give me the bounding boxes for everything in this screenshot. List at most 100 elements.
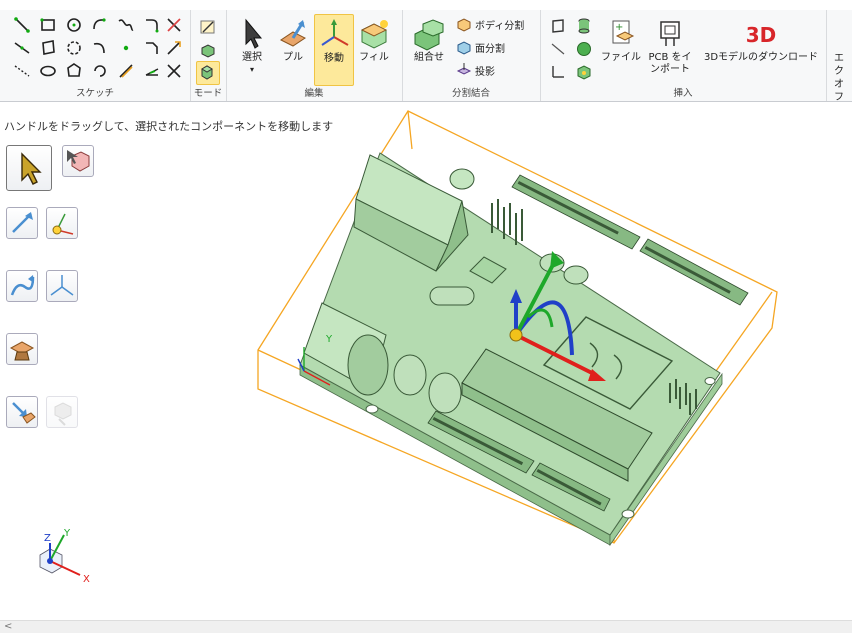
trim-tool-icon[interactable]: [164, 15, 184, 35]
plane-icon[interactable]: [548, 16, 568, 36]
pcb-import-button[interactable]: PCB をイ ンポート: [644, 14, 696, 84]
path-arrow-icon: [10, 275, 35, 296]
rectangle-tool-icon[interactable]: [38, 15, 58, 35]
tangent-arc-icon[interactable]: [90, 38, 110, 58]
move-label: 移動: [324, 53, 344, 64]
insert-group-label: 挿入: [673, 88, 693, 99]
reset-button[interactable]: [449, 168, 475, 190]
move-along-direction-button[interactable]: [6, 207, 38, 239]
sphere-icon[interactable]: [574, 39, 594, 59]
fill-label: フィル: [359, 52, 389, 63]
ribbon: スケッチ モード 選択 ▾ プル 移動 フィル 編集 組合せ ボディ分割 面分割…: [0, 10, 852, 104]
anchor-icon: [52, 213, 74, 235]
extend-tool-icon[interactable]: [164, 38, 184, 58]
split-group-label: 分割結合: [451, 88, 490, 99]
three-point-circle-icon[interactable]: [64, 38, 84, 58]
detach-icon: [54, 402, 72, 426]
shell-icon[interactable]: [574, 62, 594, 82]
face-split-button[interactable]: 面分割: [456, 37, 505, 57]
insert-file-icon: +: [603, 16, 639, 52]
ruler-dimension-button[interactable]: [6, 333, 38, 365]
3d-mode-icon[interactable]: [196, 61, 220, 85]
origin-icon[interactable]: [548, 62, 568, 82]
fillet-tool-icon[interactable]: [142, 15, 162, 35]
cutoff-label-line2: オフ: [834, 79, 844, 103]
insert-file-button[interactable]: + ファイル: [600, 14, 642, 84]
pcb-import-label-line2: ンポート: [650, 64, 690, 75]
direction-arrow-icon: [12, 212, 33, 233]
ribbon-group-mode: モード: [190, 10, 227, 101]
triad-x-label: X: [83, 574, 90, 585]
polygon-tool-icon[interactable]: [64, 61, 84, 81]
project-curve-icon[interactable]: [142, 61, 162, 81]
move-to-icon: [12, 402, 36, 424]
body-split-button[interactable]: ボディ分割: [456, 14, 524, 34]
cutoff-button[interactable]: エク オフ: [834, 52, 852, 104]
select-arrow-icon: [234, 16, 270, 52]
ribbon-group-split: 組合せ ボディ分割 面分割 投影 分割結合: [402, 10, 541, 101]
mode-group-label: モード: [193, 88, 223, 99]
cylinder-icon[interactable]: [574, 16, 594, 36]
point-tool-icon[interactable]: [116, 38, 136, 58]
ribbon-group-sketch: スケッチ: [0, 10, 191, 101]
move-button[interactable]: 移動: [314, 14, 354, 86]
pcb-import-icon: [652, 16, 688, 52]
select-tool-button[interactable]: [6, 145, 52, 191]
select-dropdown-icon[interactable]: ▾: [232, 64, 272, 76]
combine-label: 組合せ: [414, 52, 444, 63]
chamfer-tool-icon[interactable]: [142, 38, 162, 58]
download-3d-model-button[interactable]: 3D 3Dモデルのダウンロード: [702, 14, 820, 84]
body-split-icon: [457, 18, 471, 32]
three-point-rectangle-icon[interactable]: [38, 38, 58, 58]
ribbon-group-insert: + ファイル PCB をイ ンポート 3D 3Dモデルのダウンロード 挿入: [540, 10, 827, 101]
select-button[interactable]: 選択 ▾: [232, 14, 272, 84]
anchor-move-button[interactable]: [46, 207, 78, 239]
sketch-group-label: スケッチ: [75, 88, 114, 99]
orient-axes-button[interactable]: [46, 270, 78, 302]
move-to-button[interactable]: [6, 396, 38, 428]
fill-button[interactable]: フィル: [354, 14, 394, 84]
project-icon: [456, 63, 472, 75]
3d-badge-text: 3D: [746, 23, 777, 47]
offset-tool-icon[interactable]: [116, 61, 136, 81]
select-label: 選択: [242, 52, 262, 63]
select-component-button[interactable]: [62, 145, 94, 177]
triad-z-label: Z: [44, 533, 51, 544]
move-along-path-button[interactable]: [6, 270, 38, 302]
select-component-icon: [67, 150, 90, 172]
orientation-triad[interactable]: Z Y X: [39, 528, 90, 585]
pull-button[interactable]: プル: [274, 14, 312, 84]
scroll-left-arrow[interactable]: <: [4, 621, 12, 632]
mount-hole: [704, 377, 716, 385]
component-axis-y-label: Y: [325, 334, 333, 345]
select-arrow-icon: [21, 152, 42, 185]
construction-line-icon[interactable]: [12, 61, 32, 81]
face-split-label: 面分割: [475, 43, 505, 55]
section-mode-icon[interactable]: [198, 40, 218, 60]
split-curve-icon[interactable]: [164, 61, 184, 81]
move-handle-origin[interactable]: [509, 328, 523, 342]
axis-icon[interactable]: [548, 39, 568, 59]
line-tool-icon[interactable]: [12, 15, 32, 35]
arc-tool-icon[interactable]: [90, 15, 110, 35]
3d-viewport[interactable]: Y Z Y X: [0, 103, 852, 620]
triad-y-label: Y: [63, 528, 71, 539]
pull-icon: [275, 16, 311, 52]
project-button[interactable]: 投影: [456, 60, 495, 80]
combine-button[interactable]: 組合せ: [406, 14, 452, 84]
circle-tool-icon[interactable]: [64, 15, 84, 35]
ellipse-tool-icon[interactable]: [38, 61, 58, 81]
download-3d-model-label: 3Dモデルのダウンロード: [703, 52, 819, 63]
edit-group-label: 編集: [304, 88, 324, 99]
sweep-arc-icon[interactable]: [90, 61, 110, 81]
mount-hole: [365, 404, 379, 414]
spline-tool-icon[interactable]: [116, 15, 136, 35]
cutoff-label-line1: エク: [834, 53, 844, 77]
ruler-icon: [9, 341, 35, 361]
tangent-line-icon[interactable]: [12, 38, 32, 58]
mount-hole: [621, 509, 635, 519]
horizontal-scrollbar[interactable]: <: [0, 620, 852, 633]
svg-text:+: +: [615, 22, 623, 33]
sketch-mode-icon[interactable]: [198, 17, 218, 37]
detach-button[interactable]: [46, 396, 78, 428]
